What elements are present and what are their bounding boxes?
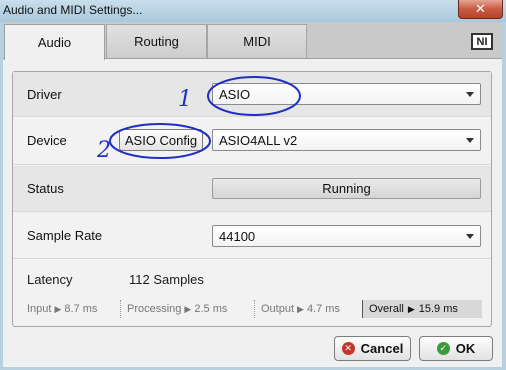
- triangle-right-icon: ▶: [184, 303, 192, 314]
- ni-logo-text: NI: [476, 35, 488, 48]
- ok-label: OK: [455, 341, 476, 356]
- tab-strip: Audio Routing MIDI NI: [3, 24, 502, 60]
- driver-label: Driver: [27, 87, 62, 102]
- driver-select[interactable]: ASIO: [212, 83, 481, 105]
- latency-processing-label: Processing: [127, 303, 182, 315]
- chevron-down-icon: [466, 138, 474, 143]
- ok-button[interactable]: ✓ OK: [419, 336, 493, 361]
- tab-routing[interactable]: Routing: [106, 24, 207, 58]
- cancel-label: Cancel: [360, 341, 404, 356]
- title-bar[interactable]: Audio and MIDI Settings... ✕: [0, 0, 506, 22]
- status-value: Running: [322, 181, 371, 196]
- device-label: Device: [27, 133, 67, 148]
- latency-input-label: Input: [27, 303, 52, 315]
- close-button[interactable]: ✕: [458, 0, 503, 19]
- asio-config-label: ASIO Config: [124, 132, 198, 148]
- latency-label: Latency: [27, 272, 73, 287]
- tab-midi-label: MIDI: [243, 34, 271, 49]
- chevron-down-icon: [466, 234, 474, 239]
- sample-rate-label: Sample Rate: [27, 228, 103, 243]
- latency-processing-value: 2.5 ms: [194, 303, 228, 315]
- ni-logo: NI: [471, 33, 493, 50]
- latency-input: Input ▶ 8.7 ms: [27, 301, 97, 317]
- cancel-icon: ✕: [341, 342, 355, 355]
- latency-output-value: 4.7 ms: [306, 303, 340, 315]
- triangle-right-icon: ▶: [407, 303, 415, 314]
- device-value: ASIO4ALL v2: [219, 132, 298, 148]
- latency-divider: [120, 300, 121, 318]
- window-title: Audio and MIDI Settings...: [3, 3, 143, 17]
- tab-audio-label: Audio: [37, 35, 72, 50]
- ok-icon: ✓: [436, 342, 450, 355]
- sample-rate-value: 44100: [219, 228, 256, 244]
- sample-rate-select[interactable]: 44100: [212, 225, 481, 247]
- latency-overall-label: Overall: [369, 303, 404, 315]
- device-select[interactable]: ASIO4ALL v2: [212, 129, 481, 151]
- driver-value: ASIO: [219, 86, 251, 102]
- status-indicator: Running: [212, 178, 481, 199]
- tab-midi[interactable]: MIDI: [207, 24, 307, 58]
- status-label: Status: [27, 181, 64, 196]
- latency-output: Output ▶ 4.7 ms: [261, 301, 340, 317]
- triangle-right-icon: ▶: [297, 303, 304, 314]
- latency-overall: Overall ▶ 15.9 ms: [362, 300, 482, 318]
- latency-divider: [254, 300, 255, 318]
- latency-processing: Processing ▶ 2.5 ms: [127, 301, 227, 317]
- chevron-down-icon: [466, 92, 474, 97]
- tab-routing-label: Routing: [134, 34, 179, 49]
- close-icon: ✕: [475, 1, 486, 16]
- asio-config-button[interactable]: ASIO Config: [119, 129, 203, 151]
- tab-audio[interactable]: Audio: [4, 24, 105, 60]
- latency-input-value: 8.7 ms: [64, 303, 98, 315]
- cancel-button[interactable]: ✕ Cancel: [334, 336, 411, 361]
- latency-overall-value: 15.9 ms: [418, 303, 458, 315]
- latency-samples: 112 Samples: [129, 272, 204, 287]
- latency-output-label: Output: [261, 303, 295, 315]
- triangle-right-icon: ▶: [54, 303, 62, 314]
